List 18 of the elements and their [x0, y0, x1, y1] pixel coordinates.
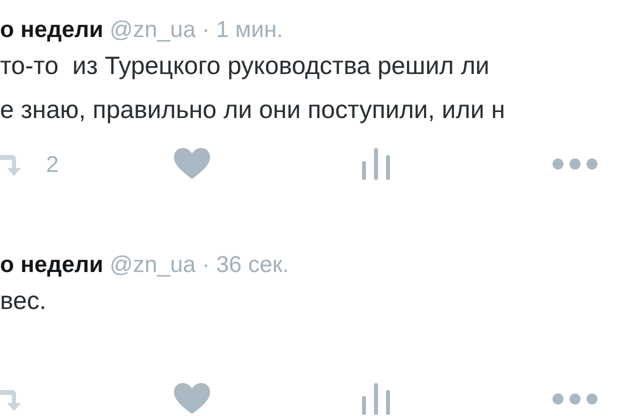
analytics-icon[interactable] — [362, 148, 390, 180]
heart-icon[interactable] — [174, 383, 210, 415]
more-icon[interactable] — [552, 158, 598, 170]
tweet-text: то-то из Турецкого руководства решил ли — [0, 51, 490, 82]
author-name: о недели — [0, 16, 104, 42]
separator-dot: · — [202, 16, 210, 42]
tweet-text: вес. — [0, 286, 48, 317]
tweet-text: е знаю, правильно ли они поступили, или н — [0, 95, 506, 126]
analytics-icon[interactable] — [362, 383, 390, 415]
retweet-count: 2 — [46, 150, 59, 179]
separator-dot: · — [202, 251, 210, 277]
user-handle: @zn_ua — [110, 251, 196, 277]
more-icon[interactable] — [552, 393, 598, 405]
tweet-time: 36 сек. — [216, 251, 289, 277]
user-handle: @zn_ua — [110, 16, 196, 42]
heart-icon[interactable] — [174, 148, 210, 180]
tweet-time: 1 мин. — [216, 16, 284, 42]
author-name: о недели — [0, 251, 104, 277]
